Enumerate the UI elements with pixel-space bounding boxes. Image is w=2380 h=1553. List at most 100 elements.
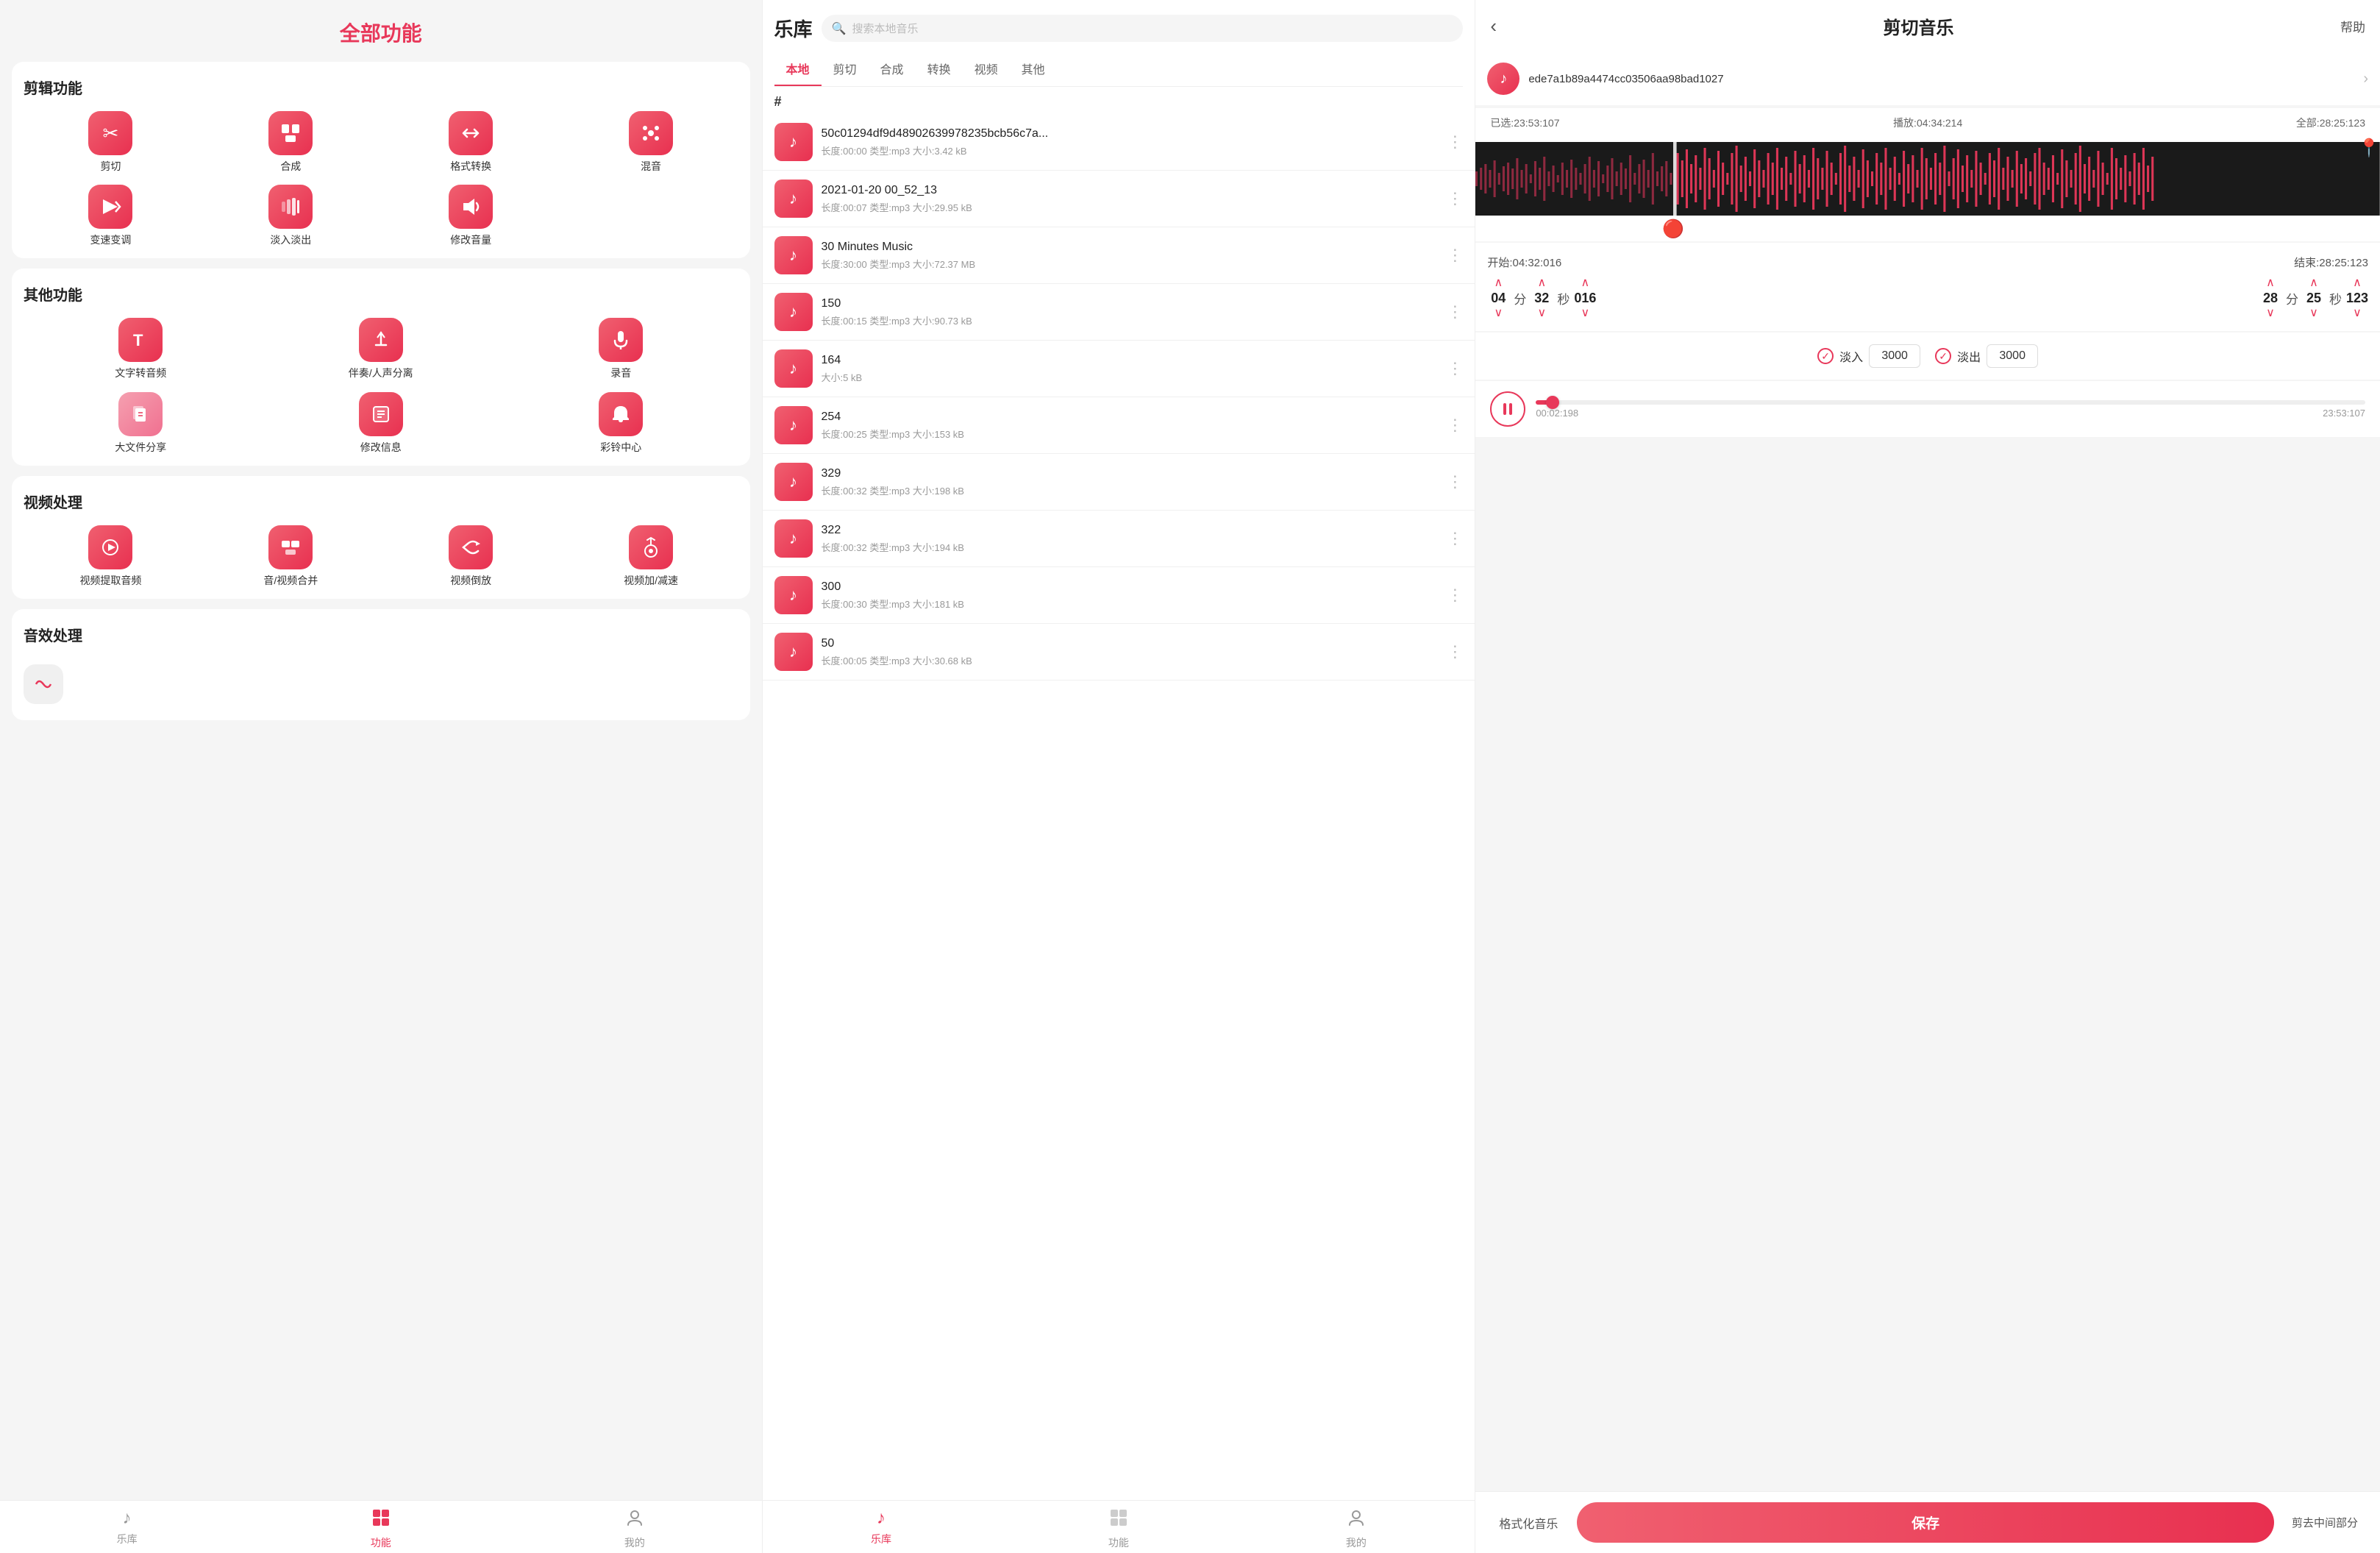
format-music-button[interactable]: 格式化音乐 — [1487, 1505, 1570, 1540]
song-more-0[interactable]: ⋮ — [1447, 132, 1463, 152]
end-secs-down[interactable]: ∨ — [2353, 308, 2362, 319]
end-secs-up[interactable]: ∧ — [2353, 277, 2362, 289]
nav-mine-icon-p1 — [625, 1508, 644, 1532]
song-item-0[interactable]: ♪ 50c01294df9d48902639978235bcb56c7a... … — [763, 114, 1475, 171]
tab-compose[interactable]: 合成 — [869, 52, 916, 86]
tab-video[interactable]: 视频 — [963, 52, 1010, 86]
song-more-4[interactable]: ⋮ — [1447, 359, 1463, 378]
music-list: ♪ 50c01294df9d48902639978235bcb56c7a... … — [763, 114, 1475, 1500]
song-item-8[interactable]: ♪ 300 长度:00:30 类型:mp3 大小:181 kB ⋮ — [763, 567, 1475, 624]
func-vocal[interactable]: 伴奏/人声分离 — [264, 318, 499, 380]
song-item-2[interactable]: ♪ 30 Minutes Music 长度:30:00 类型:mp3 大小:72… — [763, 227, 1475, 284]
func-tts[interactable]: T 文字转音频 — [24, 318, 258, 380]
song-more-2[interactable]: ⋮ — [1447, 246, 1463, 265]
tab-other[interactable]: 其他 — [1010, 52, 1057, 86]
tab-convert[interactable]: 转换 — [916, 52, 963, 86]
start-hours-up[interactable]: ∧ — [1494, 277, 1503, 289]
start-secs-down[interactable]: ∨ — [1581, 308, 1589, 319]
song-item-9[interactable]: ♪ 50 长度:00:05 类型:mp3 大小:30.68 kB ⋮ — [763, 624, 1475, 680]
song-more-5[interactable]: ⋮ — [1447, 416, 1463, 435]
track-row[interactable]: ♪ ede7a1b89a4474cc03506aa98bad1027 › — [1475, 52, 2380, 105]
mix-icon — [629, 111, 673, 155]
song-info-3: 150 长度:00:15 类型:mp3 大小:90.73 kB — [822, 297, 1439, 327]
func-speed[interactable]: 变速变调 — [24, 185, 198, 246]
func-format[interactable]: 格式转换 — [384, 111, 558, 173]
waveform-container[interactable]: 📍 — [1475, 135, 2380, 241]
nav-functions-p1[interactable]: 功能 — [254, 1508, 507, 1550]
help-button[interactable]: 帮助 — [2340, 17, 2365, 35]
nav-mine-p1[interactable]: 我的 — [507, 1508, 761, 1550]
progress-thumb[interactable] — [1546, 396, 1559, 409]
nav-library-icon-p2: ♪ — [877, 1508, 886, 1529]
func-fade[interactable]: 淡入淡出 — [204, 185, 378, 246]
song-info-2: 30 Minutes Music 长度:30:00 类型:mp3 大小:72.3… — [822, 241, 1439, 271]
fade-out-check[interactable]: ✓ — [1935, 348, 1951, 364]
song-item-5[interactable]: ♪ 254 长度:00:25 类型:mp3 大小:153 kB ⋮ — [763, 397, 1475, 454]
func-reverse[interactable]: 视频倒放 — [384, 525, 558, 587]
func-extract[interactable]: 视频提取音频 — [24, 525, 198, 587]
func-editinfo[interactable]: 修改信息 — [264, 392, 499, 454]
volume-icon — [449, 185, 493, 229]
search-bar[interactable]: 🔍 搜索本地音乐 — [822, 15, 1464, 42]
track-name: ede7a1b89a4474cc03506aa98bad1027 — [1528, 73, 2354, 85]
song-thumb-2: ♪ — [774, 236, 813, 274]
pause-button[interactable] — [1490, 391, 1525, 427]
back-button[interactable]: ‹ — [1490, 15, 1497, 38]
song-more-3[interactable]: ⋮ — [1447, 302, 1463, 321]
editor-title: 剪切音乐 — [1883, 13, 1953, 39]
song-item-4[interactable]: ♪ 164 大小:5 kB ⋮ — [763, 341, 1475, 397]
func-sfx1[interactable] — [24, 664, 63, 708]
song-item-7[interactable]: ♪ 322 长度:00:32 类型:mp3 大小:194 kB ⋮ — [763, 511, 1475, 567]
end-mins-up[interactable]: ∧ — [2309, 277, 2318, 289]
fade-in-check[interactable]: ✓ — [1817, 348, 1834, 364]
song-more-9[interactable]: ⋮ — [1447, 642, 1463, 661]
song-meta-9: 长度:00:05 类型:mp3 大小:30.68 kB — [822, 653, 1439, 667]
func-avmerge[interactable]: 音/视频合并 — [204, 525, 378, 587]
nav-mine-p2[interactable]: 我的 — [1237, 1508, 1475, 1550]
start-mins-up[interactable]: ∧ — [1537, 277, 1546, 289]
start-mins-val: 32 — [1531, 291, 1553, 306]
func-cut[interactable]: ✂ 剪切 — [24, 111, 198, 173]
func-volume[interactable]: 修改音量 — [384, 185, 558, 246]
song-thumb-0: ♪ — [774, 123, 813, 161]
start-mins-down[interactable]: ∨ — [1537, 308, 1546, 319]
func-speedvid[interactable]: 视频加/减速 — [564, 525, 738, 587]
start-secs-up[interactable]: ∧ — [1581, 277, 1589, 289]
func-mix[interactable]: 混音 — [564, 111, 738, 173]
playhead-pin[interactable]: 🔴 — [1662, 218, 1684, 240]
song-more-7[interactable]: ⋮ — [1447, 529, 1463, 548]
song-more-1[interactable]: ⋮ — [1447, 189, 1463, 208]
playback-section: 00:02:198 23:53:107 — [1475, 381, 2380, 437]
func-ringtone[interactable]: 彩铃中心 — [504, 392, 738, 454]
cut-middle-button[interactable]: 剪去中间部分 — [2281, 1506, 2368, 1539]
song-more-6[interactable]: ⋮ — [1447, 472, 1463, 491]
func-merge[interactable]: 合成 — [204, 111, 378, 173]
end-hours-down[interactable]: ∨ — [2266, 308, 2275, 319]
fade-in-input[interactable] — [1869, 344, 1920, 368]
end-hours-up[interactable]: ∧ — [2266, 277, 2275, 289]
fade-section: ✓ 淡入 ✓ 淡出 — [1475, 333, 2380, 380]
tab-cut[interactable]: 剪切 — [822, 52, 869, 86]
song-more-8[interactable]: ⋮ — [1447, 586, 1463, 605]
nav-library-p1[interactable]: ♪ 乐库 — [0, 1508, 254, 1550]
song-item-6[interactable]: ♪ 329 长度:00:32 类型:mp3 大小:198 kB ⋮ — [763, 454, 1475, 511]
func-record[interactable]: 录音 — [504, 318, 738, 380]
song-item-1[interactable]: ♪ 2021-01-20 00_52_13 长度:00:07 类型:mp3 大小… — [763, 171, 1475, 227]
start-hours-down[interactable]: ∨ — [1494, 308, 1503, 319]
tab-local[interactable]: 本地 — [774, 52, 822, 86]
song-item-3[interactable]: ♪ 150 长度:00:15 类型:mp3 大小:90.73 kB ⋮ — [763, 284, 1475, 341]
func-bigfile[interactable]: 大文件分享 — [24, 392, 258, 454]
fade-out-input[interactable] — [1987, 344, 2038, 368]
progress-bar[interactable] — [1536, 400, 2365, 405]
song-name-1: 2021-01-20 00_52_13 — [822, 184, 1439, 197]
song-name-5: 254 — [822, 411, 1439, 424]
song-name-4: 164 — [822, 354, 1439, 367]
nav-library-p2[interactable]: ♪ 乐库 — [763, 1508, 1000, 1550]
ringtone-label: 彩铃中心 — [600, 441, 641, 454]
save-button[interactable]: 保存 — [1577, 1502, 2274, 1543]
nav-functions-p2[interactable]: 功能 — [1000, 1508, 1237, 1550]
song-meta-7: 长度:00:32 类型:mp3 大小:194 kB — [822, 540, 1439, 554]
speed-icon — [88, 185, 132, 229]
panel-functions-title: 全部功能 — [0, 0, 762, 62]
end-mins-down[interactable]: ∨ — [2309, 308, 2318, 319]
